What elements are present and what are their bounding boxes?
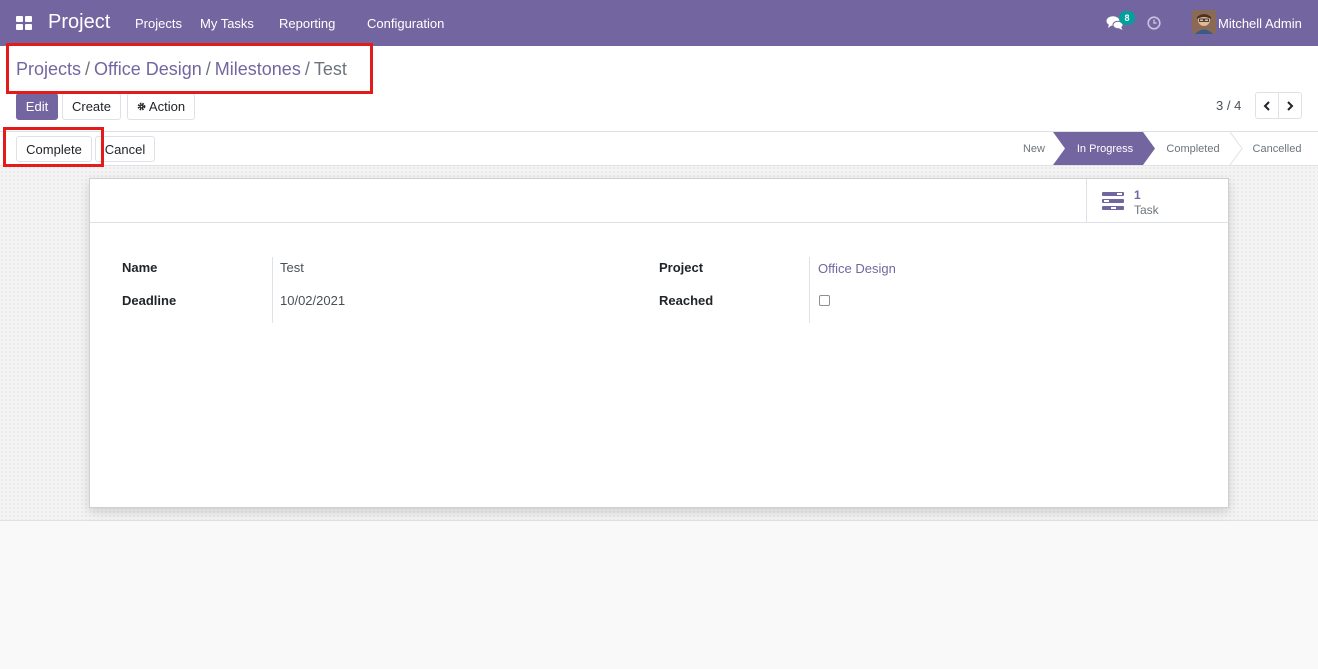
page-background [0, 521, 1318, 669]
chevron-left-icon [1263, 100, 1270, 111]
breadcrumb-separator: / [85, 59, 91, 79]
reached-checkbox[interactable] [819, 295, 830, 306]
project-label: Project [659, 260, 704, 275]
tasks-count: 1 [1134, 188, 1141, 202]
reached-label: Reached [659, 293, 714, 308]
breadcrumb-current: Test [313, 59, 347, 79]
field-divider [809, 257, 810, 323]
status-bar: Complete Cancel New In Progress Complete… [0, 132, 1318, 166]
breadcrumb-projects[interactable]: Projects [16, 59, 81, 80]
user-avatar[interactable] [1192, 10, 1216, 34]
tasks-label: Task [1134, 203, 1159, 217]
stage-in-progress[interactable]: In Progress [1066, 132, 1144, 165]
field-divider [272, 257, 273, 323]
top-navbar: Project Projects My Tasks Reporting Conf… [0, 0, 1318, 46]
breadcrumb: Projects / Office Design / Milestones / … [16, 59, 347, 80]
menu-item-reporting[interactable]: Reporting [279, 16, 335, 31]
stage-completed[interactable]: Completed [1157, 132, 1229, 165]
tasks-icon [1102, 192, 1124, 210]
chat-count-badge: 8 [1119, 11, 1135, 25]
deadline-value: 10/02/2021 [280, 293, 346, 308]
create-button[interactable]: Create [62, 93, 121, 120]
complete-button[interactable]: Complete [16, 136, 92, 162]
chevron-right-icon [1287, 100, 1294, 111]
deadline-label: Deadline [122, 293, 177, 308]
breadcrumb-separator: / [304, 59, 310, 79]
form-sheet: 1 Task Name Test Deadline 10/02/2021 Pro… [89, 178, 1229, 508]
menu-item-my-tasks[interactable]: My Tasks [200, 16, 254, 31]
menu-item-configuration[interactable]: Configuration [367, 16, 444, 31]
stage-new[interactable]: New [1010, 132, 1058, 165]
clock-icon[interactable] [1147, 16, 1161, 30]
cancel-button[interactable]: Cancel [95, 136, 155, 162]
pager-next-button[interactable] [1278, 92, 1302, 119]
name-label: Name [122, 260, 158, 275]
pager-previous-button[interactable] [1255, 92, 1279, 119]
apps-grid-icon[interactable] [16, 16, 32, 30]
user-name[interactable]: Mitchell Admin [1218, 16, 1302, 31]
edit-button[interactable]: Edit [16, 93, 58, 120]
project-link[interactable]: Office Design [818, 261, 896, 276]
action-button-label: Action [148, 99, 186, 114]
breadcrumb-milestones[interactable]: Milestones [215, 59, 301, 80]
breadcrumb-separator: / [205, 59, 211, 79]
gear-icon [137, 102, 146, 111]
tasks-smart-button[interactable]: 1 Task [1086, 179, 1228, 223]
name-value: Test [280, 260, 304, 275]
menu-item-projects[interactable]: Projects [135, 16, 182, 31]
pager-value[interactable]: 3 / 4 [1216, 98, 1241, 113]
stage-cancelled[interactable]: Cancelled [1243, 132, 1311, 165]
smart-button-box: 1 Task [90, 179, 1228, 223]
action-button[interactable]: Action [127, 93, 195, 120]
app-name[interactable]: Project [48, 11, 110, 34]
control-panel: Projects / Office Design / Milestones / … [0, 46, 1318, 132]
breadcrumb-office-design[interactable]: Office Design [94, 59, 202, 80]
